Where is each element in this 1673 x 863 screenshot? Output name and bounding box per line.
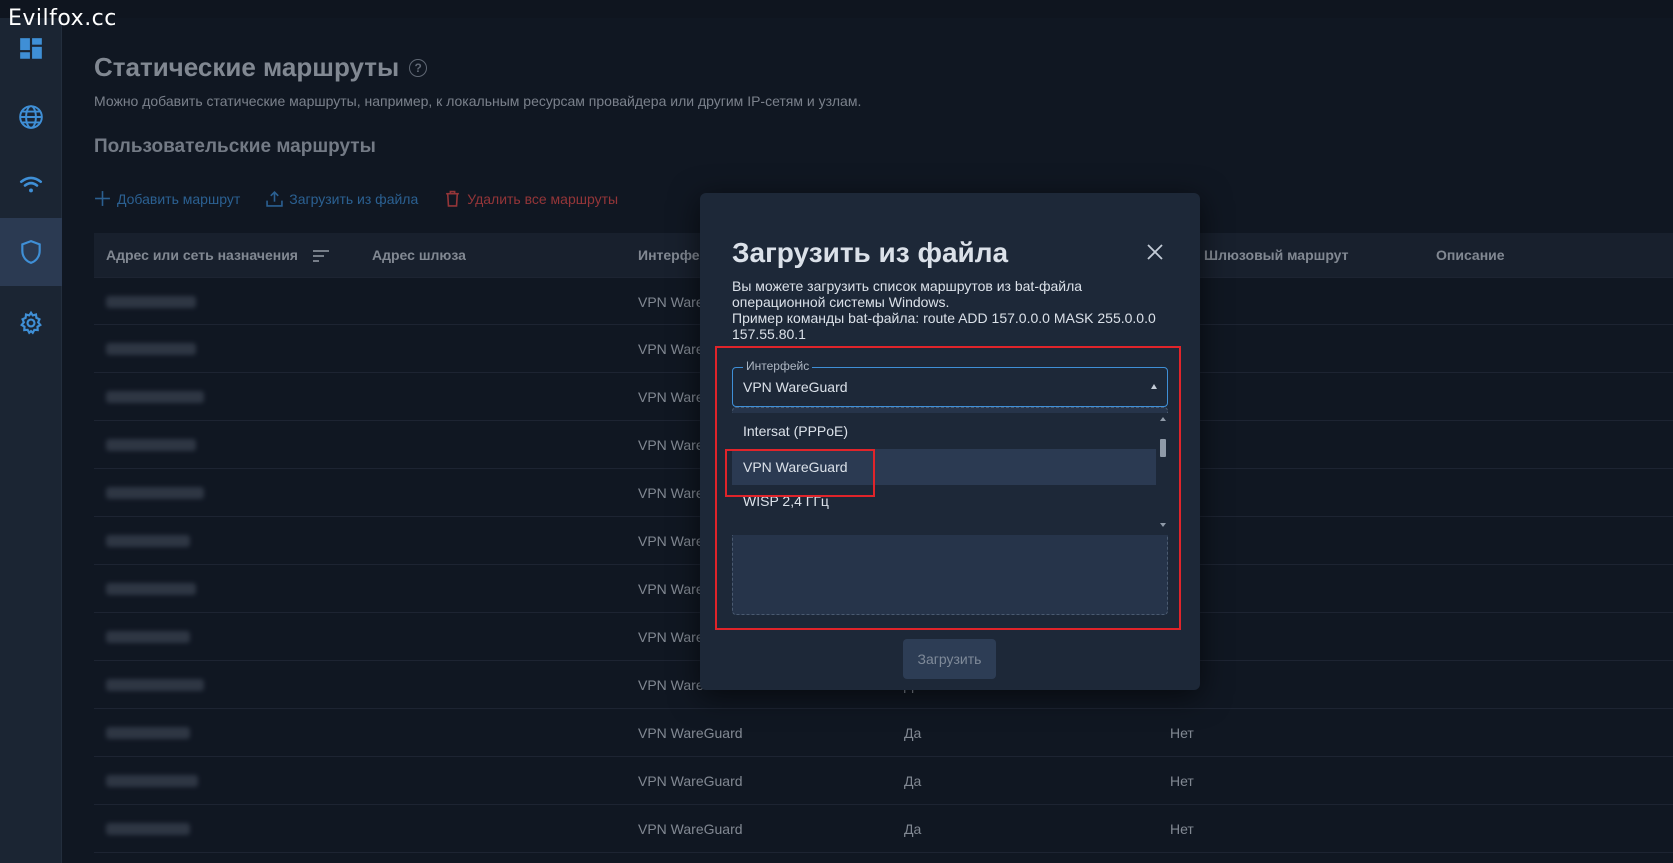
dashboard-icon [20,38,42,59]
sidebar-item-settings[interactable] [0,288,62,358]
upload-button[interactable]: Загрузить [903,639,996,679]
close-icon[interactable] [1146,243,1164,261]
upload-file-dialog: Загрузить из файла Вы можете загрузить с… [700,193,1200,690]
dialog-description: Вы можете загрузить список маршрутов из … [732,278,1172,342]
gear-icon [20,310,42,335]
globe-icon [19,105,43,129]
sidebar-item-security[interactable] [0,218,62,286]
wifi-icon [19,176,43,193]
dialog-text-line2: Пример команды bat-файла: route ADD 157.… [732,310,1156,342]
highlight-box-option [725,449,875,497]
sidebar [0,18,62,863]
dialog-title: Загрузить из файла [732,237,1009,268]
sidebar-item-internet[interactable] [0,82,62,152]
shield-icon [21,240,41,264]
watermark: Evilfox.cc [8,6,117,31]
dialog-text-line1: Вы можете загрузить список маршрутов из … [732,278,1083,310]
sidebar-item-wifi[interactable] [0,150,62,220]
top-bar [0,0,1673,18]
